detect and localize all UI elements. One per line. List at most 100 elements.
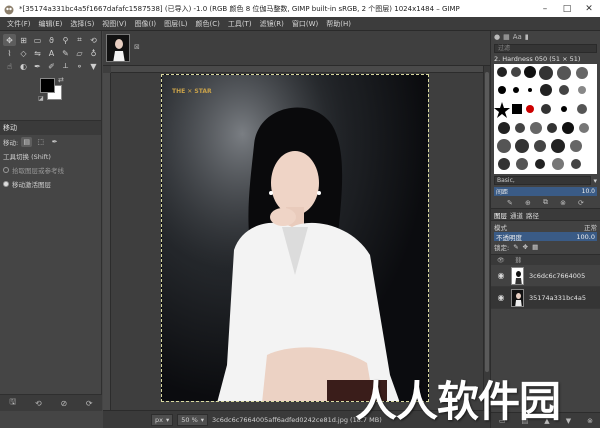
swap-colors-icon[interactable]: ⇄ <box>58 76 64 84</box>
lower-layer-icon[interactable]: ▼ <box>566 417 571 425</box>
menu-layer[interactable]: 图层(L) <box>160 19 191 29</box>
scrollbar-thumb[interactable] <box>485 72 489 372</box>
spacing-slider[interactable]: 间距 10.0 <box>494 187 597 196</box>
chevron-down-icon: ▾ <box>165 415 170 424</box>
layer-row[interactable]: ◉ 3c6dc6c7664005 <box>491 265 600 287</box>
image-tab-thumbnail[interactable] <box>106 34 130 62</box>
zoom-value: 50 % <box>181 415 198 424</box>
option-pick-layer[interactable]: 拾取图层或参考线 <box>0 163 101 177</box>
menu-image[interactable]: 图像(I) <box>131 19 161 29</box>
menu-tools[interactable]: 工具(T) <box>224 19 256 29</box>
option-active-layer-label: 移动激活图层 <box>12 181 51 189</box>
eye-icon[interactable]: ◉ <box>496 293 506 302</box>
font-tab-icon[interactable]: Aa <box>513 33 522 41</box>
move-layer-mode-icon[interactable]: ▤ <box>21 137 33 147</box>
delete-options-icon[interactable]: ⊘ <box>60 399 67 408</box>
transform-icon[interactable]: ⟲ <box>87 34 100 46</box>
menu-bar: 文件(F) 编辑(E) 选择(S) 视图(V) 图像(I) 图层(L) 颜色(C… <box>0 17 600 31</box>
delete-layer-icon[interactable]: ⊗ <box>587 417 593 425</box>
clone-icon[interactable]: ♁ <box>87 47 100 59</box>
reset-options-icon[interactable]: ⟳ <box>86 399 93 408</box>
pattern-tab-icon[interactable]: ▦ <box>503 33 510 41</box>
brush-tag-input[interactable]: Basic, <box>494 176 592 185</box>
restore-options-icon[interactable]: ⟲ <box>35 399 42 408</box>
lock-position-icon[interactable]: ✥ <box>523 243 528 251</box>
mode-row: 模式 正常 <box>491 221 600 232</box>
close-icon[interactable]: ✕ <box>578 0 600 17</box>
canvas-image[interactable]: THE ✕ STAR <box>161 74 429 402</box>
vertical-scrollbar[interactable] <box>483 66 490 410</box>
layer-name: 35174a331bc4a5 <box>529 293 587 302</box>
menu-select[interactable]: 选择(S) <box>66 19 98 29</box>
menu-colors[interactable]: 颜色(C) <box>191 19 223 29</box>
flip-icon[interactable]: ⇋ <box>31 47 44 59</box>
mode-label: 模式 <box>494 223 507 232</box>
tab-layers[interactable]: 图层 <box>494 210 507 220</box>
tab-channels[interactable]: 通道 <box>510 210 523 220</box>
warp-icon[interactable]: ⌇ <box>3 47 16 59</box>
menu-filters[interactable]: 滤镜(R) <box>256 19 288 29</box>
edit-brush-icon[interactable]: ✎ <box>507 199 513 207</box>
align-icon[interactable]: ⊞ <box>17 34 30 46</box>
move-icon[interactable]: ✥ <box>3 34 16 46</box>
radio-pick-layer[interactable] <box>3 167 9 173</box>
free-select-icon[interactable]: ϑ <box>45 34 58 46</box>
duplicate-brush-icon[interactable]: ⧉ <box>543 198 548 207</box>
opacity-slider[interactable]: 不透明度 100.0 <box>494 232 597 242</box>
save-options-icon[interactable]: 🖫 <box>9 396 16 410</box>
eraser-icon[interactable]: ▱ <box>73 47 86 59</box>
lock-pixels-icon[interactable]: ✎ <box>513 243 518 251</box>
crop-icon[interactable]: ⌗ <box>73 34 86 46</box>
measure-icon[interactable]: ⟂ <box>59 60 72 72</box>
foreground-color[interactable] <box>40 78 55 93</box>
new-brush-icon[interactable]: ⊕ <box>525 199 531 207</box>
dodge-icon[interactable]: ◐ <box>17 60 30 72</box>
chevron-down-icon: ▾ <box>200 415 205 424</box>
paintbrush-icon[interactable]: ✎ <box>59 47 72 59</box>
move-mode-label: 移动: <box>3 139 19 147</box>
mode-select[interactable]: 正常 <box>584 222 597 232</box>
menu-edit[interactable]: 编辑(E) <box>35 19 67 29</box>
smudge-icon[interactable]: ☝ <box>3 60 16 72</box>
gradient-tab-icon[interactable]: ▮ <box>525 33 529 41</box>
menu-file[interactable]: 文件(F) <box>3 19 35 29</box>
zoom-icon[interactable]: ⚬ <box>73 60 86 72</box>
tab-paths[interactable]: 路径 <box>526 210 539 220</box>
color-picker-icon[interactable]: ✐ <box>45 60 58 72</box>
brush-grid[interactable] <box>494 64 597 174</box>
visibility-header-icon: 👁 <box>497 256 505 264</box>
move-path-mode-icon[interactable]: ✒ <box>49 137 60 147</box>
bucket-fill-icon[interactable]: ▼ <box>87 60 100 72</box>
chevron-down-icon[interactable]: ▾ <box>593 177 597 185</box>
radio-active-layer[interactable] <box>3 181 9 187</box>
layer-row[interactable]: ◉ 35174a331bc4a5 <box>491 287 600 309</box>
move-selection-mode-icon[interactable]: ⬚ <box>35 137 46 147</box>
rect-select-icon[interactable]: ▭ <box>31 34 44 46</box>
eye-icon[interactable]: ◉ <box>496 271 506 280</box>
option-pick-layer-label: 拾取图层或参考线 <box>12 167 64 175</box>
perspective-icon[interactable]: ◇ <box>17 47 30 59</box>
vertical-ruler <box>103 73 111 410</box>
menu-windows[interactable]: 窗口(W) <box>288 19 322 29</box>
refresh-brush-icon[interactable]: ⟳ <box>578 199 584 207</box>
canvas-area[interactable]: THE ✕ STAR <box>103 66 490 410</box>
close-tab-icon[interactable]: ⊠ <box>134 43 140 51</box>
path-icon[interactable]: ✒ <box>31 60 44 72</box>
menu-help[interactable]: 帮助(H) <box>322 19 355 29</box>
fuzzy-select-icon[interactable]: ⚲ <box>59 34 72 46</box>
brush-filter-input[interactable]: 过滤 <box>494 44 597 53</box>
unit-selector[interactable]: px ▾ <box>151 413 174 426</box>
brush-tab-icon[interactable]: ● <box>494 33 500 41</box>
reset-colors-icon[interactable]: ◪ <box>38 95 44 102</box>
text-icon[interactable]: A <box>45 47 58 59</box>
option-active-layer[interactable]: 移动激活图层 <box>0 177 101 191</box>
lock-alpha-icon[interactable]: ▦ <box>532 243 538 251</box>
toolbox-bottom-bar: 🖫 ⟲ ⊘ ⟳ <box>0 394 102 411</box>
minimize-icon[interactable]: – <box>534 0 556 17</box>
delete-brush-icon[interactable]: ⊗ <box>560 199 566 207</box>
image-tab-preview <box>107 35 129 61</box>
zoom-selector[interactable]: 50 % ▾ <box>177 413 209 426</box>
photo-logo: THE ✕ STAR <box>172 88 212 95</box>
menu-view[interactable]: 视图(V) <box>98 19 130 29</box>
maximize-icon[interactable]: □ <box>556 0 578 17</box>
